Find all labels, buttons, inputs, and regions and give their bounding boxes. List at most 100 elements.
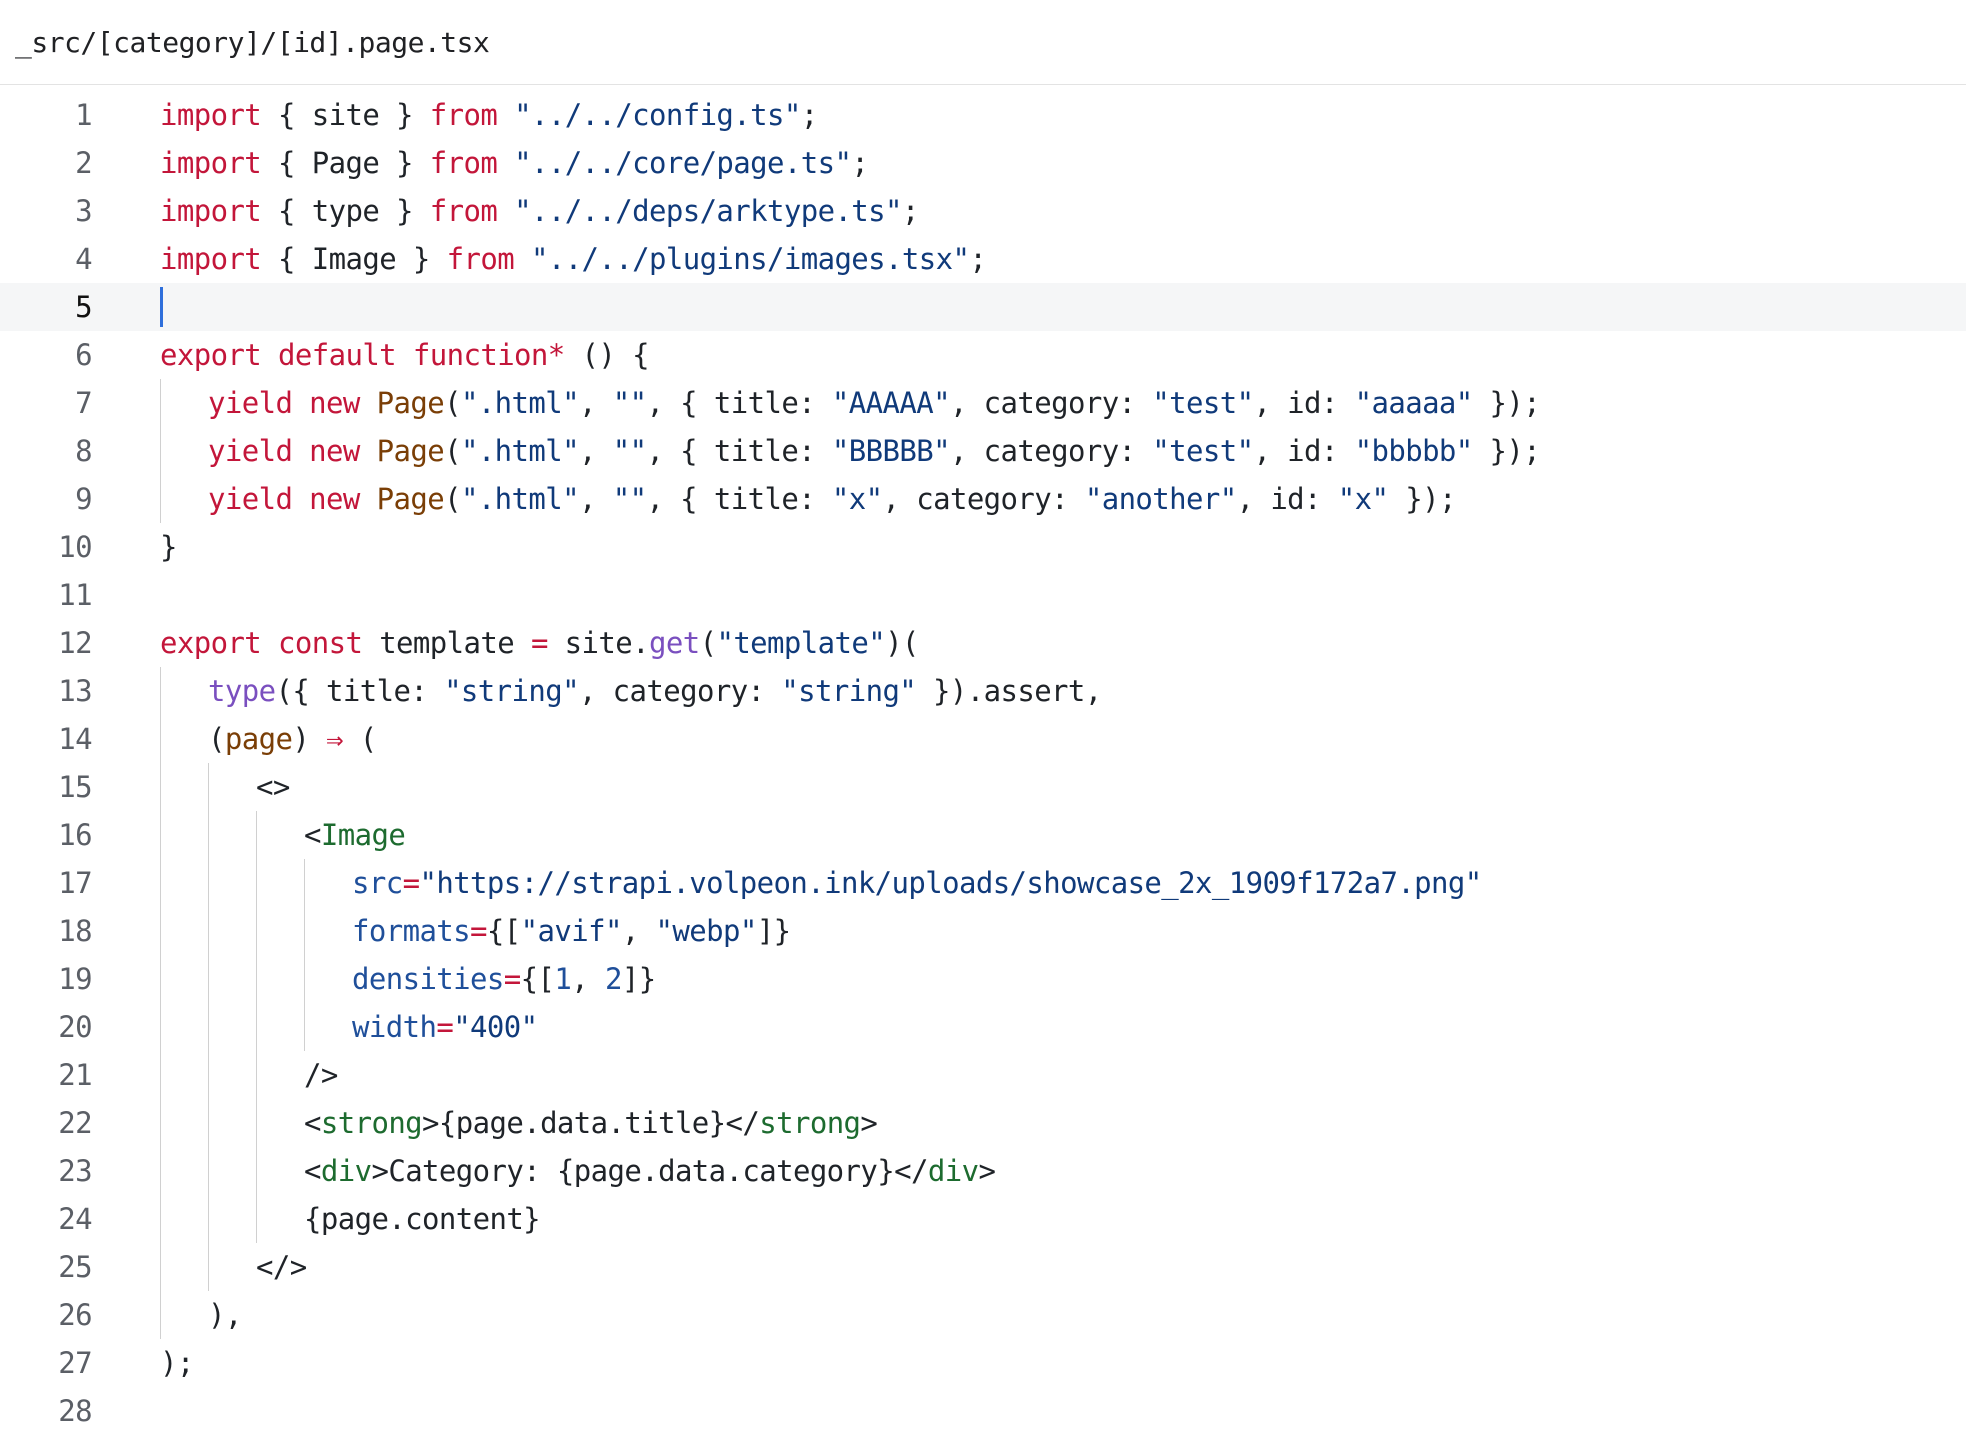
line-code[interactable]: src = "https://strapi.volpeon.ink/uploads/… (160, 859, 1482, 907)
code-token: , id: (1253, 386, 1355, 420)
code-token: ]} (756, 914, 791, 948)
code-token: ) (292, 722, 327, 756)
code-token: , (578, 482, 613, 516)
line-code[interactable]: ); (160, 1339, 194, 1387)
indent-guide (160, 1291, 161, 1339)
code-token: , category: (578, 674, 782, 708)
indent-guide (256, 1003, 257, 1051)
code-line[interactable]: 2 import { Page } from "../../core/page.t… (0, 139, 1966, 187)
line-code[interactable]: } (160, 523, 177, 571)
line-code[interactable]: import { Image } from "../../plugins/ima… (160, 235, 987, 283)
code-token: { Page } (261, 146, 430, 180)
code-line[interactable]: 4 import { Image } from "../../plugins/im… (0, 235, 1966, 283)
line-code[interactable]: ), (160, 1291, 242, 1339)
code-token: ); (160, 1346, 194, 1380)
line-code[interactable]: yield new Page(".html", "", { title: "x"… (160, 475, 1456, 523)
code-line[interactable]: 28 (0, 1387, 1966, 1435)
line-code[interactable]: < strong >{page.data.title}</strong > (160, 1099, 878, 1147)
code-editor[interactable]: _src/[category]/[id].page.tsx 1 import { … (0, 0, 1966, 1452)
line-number: 26 (58, 1298, 92, 1332)
line-code[interactable]: <> (160, 763, 290, 811)
code-line[interactable]: 6 export default function * () { (0, 331, 1966, 379)
code-token: , id: (1236, 482, 1338, 516)
line-number: 25 (58, 1250, 92, 1284)
line-code[interactable]: type({ title: "string", category: "strin… (160, 667, 1102, 715)
line-code[interactable]: (page) ⇒ ( (160, 715, 377, 763)
line-code[interactable]: densities ={[1, 2]} (160, 955, 656, 1003)
line-code[interactable]: export const template = site. get("templa… (160, 619, 919, 667)
indent-guide (160, 811, 161, 859)
code-token: , category: (882, 482, 1085, 516)
code-line[interactable]: 27); (0, 1339, 1966, 1387)
code-token: template (362, 626, 531, 660)
code-token: { type } (261, 194, 430, 228)
code-line[interactable]: 18 formats ={["avif", "webp"]} (0, 907, 1966, 955)
indent-guide (256, 1195, 257, 1243)
indent-guide (160, 1147, 161, 1195)
code-token: "400" (453, 1010, 538, 1044)
line-code[interactable]: import { site } from "../../config.ts"; (160, 91, 818, 139)
code-line[interactable]: 21 /> (0, 1051, 1966, 1099)
line-code[interactable]: export default function * () { (160, 331, 650, 379)
line-code[interactable]: /> (160, 1051, 338, 1099)
code-line[interactable]: 5 (0, 283, 1966, 331)
code-line[interactable]: 1 import { site } from "../../config.ts"; (0, 91, 1966, 139)
code-token: {page.content} (304, 1202, 541, 1236)
code-token: ( (342, 722, 377, 756)
code-line[interactable]: 7 yield new Page(".html", "", { title: "A… (0, 379, 1966, 427)
code-token: yield new (208, 386, 360, 420)
line-code[interactable]: </> (160, 1243, 307, 1291)
line-code[interactable]: width = "400" (160, 1003, 538, 1051)
code-line[interactable]: 11 (0, 571, 1966, 619)
line-code[interactable]: yield new Page(".html", "", { title: "AA… (160, 379, 1541, 427)
code-token: "string" (444, 674, 579, 708)
code-token: , category: (949, 386, 1153, 420)
code-line[interactable]: 9 yield new Page(".html", "", { title: "x… (0, 475, 1966, 523)
indent-guide (160, 1003, 161, 1051)
indent-guide (160, 1195, 161, 1243)
code-token: site. (547, 626, 650, 660)
line-code[interactable]: yield new Page(".html", "", { title: "BB… (160, 427, 1541, 475)
code-line[interactable]: 17 src = "https://strapi.volpeon.ink/upload… (0, 859, 1966, 907)
code-line[interactable]: 22 < strong >{page.data.title}</strong > (0, 1099, 1966, 1147)
code-token: ; (969, 242, 987, 276)
code-token: , { title: (646, 434, 832, 468)
code-token: }).assert, (916, 674, 1102, 708)
code-line[interactable]: 20 width = "400" (0, 1003, 1966, 1051)
code-token: ( (444, 482, 461, 516)
code-token: "test" (1152, 386, 1254, 420)
line-code[interactable]: {page.content} (160, 1195, 541, 1243)
code-line[interactable]: 8 yield new Page(".html", "", { title: "B… (0, 427, 1966, 475)
code-lines[interactable]: 1 import { site } from "../../config.ts";… (0, 85, 1966, 1435)
line-code[interactable]: < Image (160, 811, 406, 859)
line-code[interactable]: formats ={["avif", "webp"]} (160, 907, 791, 955)
indent-guide (304, 1003, 305, 1051)
line-code[interactable]: import { Page } from "../../core/page.ts… (160, 139, 869, 187)
indent-guide (304, 955, 305, 1003)
code-line[interactable]: 10} (0, 523, 1966, 571)
code-line[interactable]: 3 import { type } from "../../deps/arktyp… (0, 187, 1966, 235)
code-token: Page (376, 434, 445, 468)
code-line[interactable]: 13 type({ title: "string", category: "str… (0, 667, 1966, 715)
code-line[interactable]: 26), (0, 1291, 1966, 1339)
indent-guide (160, 907, 161, 955)
code-line[interactable]: 19 densities ={[1, 2]} (0, 955, 1966, 1003)
indent-guide (160, 475, 161, 523)
line-code[interactable]: import { type } from "../../deps/arktype… (160, 187, 919, 235)
code-token: <> (256, 770, 290, 804)
code-line[interactable]: 14(page) ⇒ ( (0, 715, 1966, 763)
code-token: { site } (261, 98, 430, 132)
code-line[interactable]: 25 </> (0, 1243, 1966, 1291)
indent-guide (256, 907, 257, 955)
line-number: 17 (58, 866, 92, 900)
line-code[interactable]: < div >Category: {page.data.category}</div… (160, 1147, 996, 1195)
code-line[interactable]: 15 <> (0, 763, 1966, 811)
code-token: </> (256, 1250, 307, 1284)
code-line[interactable]: 12 export const template = site. get("temp… (0, 619, 1966, 667)
indent-guide (208, 955, 209, 1003)
code-line[interactable]: 23 < div >Category: {page.data.category}</d… (0, 1147, 1966, 1195)
code-line[interactable]: 24 {page.content} (0, 1195, 1966, 1243)
code-line[interactable]: 16 < Image (0, 811, 1966, 859)
code-token: > (978, 1154, 996, 1188)
